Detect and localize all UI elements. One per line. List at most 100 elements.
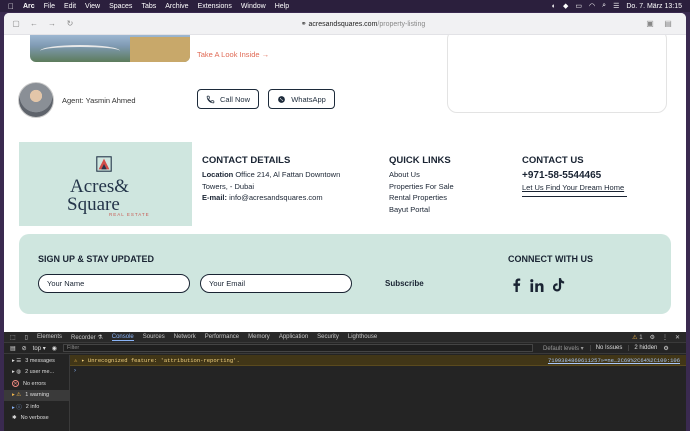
sidebar-item-info[interactable]: ▸ ⓘ 2 info xyxy=(4,401,69,413)
tab-sources[interactable]: Sources xyxy=(143,334,165,340)
call-now-label: Call Now xyxy=(219,94,250,104)
menu-item-file[interactable]: File xyxy=(44,3,55,10)
warning-icon: ⚠ xyxy=(74,356,78,364)
tab-performance[interactable]: Performance xyxy=(205,334,239,340)
location-label: Location xyxy=(202,170,234,179)
settings-icon[interactable]: ⚙ xyxy=(650,334,655,341)
email-input[interactable] xyxy=(200,274,352,293)
context-select[interactable]: top ▾ xyxy=(33,345,46,352)
contact-us-heading: CONTACT US xyxy=(522,155,584,166)
web-page: Take A Look Inside → Agent: Yasmin Ahmed… xyxy=(4,35,686,332)
back-icon[interactable]: ← xyxy=(28,18,40,30)
menu-item-tabs[interactable]: Tabs xyxy=(141,3,156,10)
menu-item-window[interactable]: Window xyxy=(241,3,266,10)
name-input[interactable] xyxy=(38,274,190,293)
sidebar-toggle-icon[interactable]: ▤ xyxy=(10,345,16,352)
menu-item-app[interactable]: Arc xyxy=(23,3,35,10)
tab-security[interactable]: Security xyxy=(317,334,339,340)
arrow-right-icon: → xyxy=(261,50,270,59)
console-prompt[interactable]: › xyxy=(70,366,686,376)
console-settings-icon[interactable]: ⚙ xyxy=(663,345,668,352)
bridge-shape xyxy=(40,45,120,57)
tab-elements[interactable]: Elements xyxy=(37,334,62,340)
tab-application[interactable]: Application xyxy=(279,334,308,340)
battery-icon[interactable]: ▭ xyxy=(575,2,582,10)
menu-item-spaces[interactable]: Spaces xyxy=(109,3,132,10)
issues-button[interactable]: No Issues xyxy=(589,345,622,351)
sidebar-item-messages[interactable]: ▸ ☰ 3 messages xyxy=(4,355,69,367)
phone-number[interactable]: +971-58-5544465 xyxy=(522,169,662,182)
sidebar-item-user-messages[interactable]: ▸ ◍ 2 user me... xyxy=(4,367,69,379)
logo-house-icon xyxy=(96,156,112,172)
menu-item-edit[interactable]: Edit xyxy=(64,3,76,10)
forward-icon[interactable]: → xyxy=(46,18,58,30)
menu-item-extensions[interactable]: Extensions xyxy=(198,3,232,10)
linkedin-icon[interactable] xyxy=(530,278,544,292)
phone-icon xyxy=(206,95,215,103)
tiktok-icon[interactable] xyxy=(553,278,565,292)
link-about-us[interactable]: About Us xyxy=(389,169,489,181)
list-icon: ▸ ☰ xyxy=(12,357,22,364)
tab-recorder[interactable]: Recorder ⚗ xyxy=(71,334,103,341)
boost-icon[interactable]: ▤ xyxy=(662,18,674,30)
tagline-underline xyxy=(522,195,627,197)
sidebar-item-label: No errors xyxy=(23,380,46,387)
tab-memory[interactable]: Memory xyxy=(248,334,270,340)
close-icon[interactable]: ✕ xyxy=(675,334,680,341)
console-filter-input[interactable]: Filter xyxy=(62,344,533,352)
warning-badge-count: 1 xyxy=(639,334,643,341)
subscribe-button[interactable]: Subscribe xyxy=(385,279,424,288)
link-rental-properties[interactable]: Rental Properties xyxy=(389,192,489,204)
more-icon[interactable]: ⋮ xyxy=(662,334,668,341)
devtools-panel: ⬚ ▯ Elements Recorder ⚗ Console Sources … xyxy=(4,332,686,431)
apple-icon[interactable]:  xyxy=(8,2,14,11)
contact-email: E-mail: info@acresandsquares.com xyxy=(202,192,362,204)
eye-icon[interactable]: ◉ xyxy=(52,345,57,352)
wifi-icon[interactable]: ◠ xyxy=(589,2,595,10)
signup-panel: SIGN UP & STAY UPDATED Subscribe CONNECT… xyxy=(19,234,671,314)
control-icon[interactable]: ◐ xyxy=(552,3,556,10)
warning-source-link[interactable]: 7199384869611257»=ne…2C69%2C64%2C100:106 xyxy=(548,357,680,364)
split-view-icon[interactable]: ▣ xyxy=(644,18,656,30)
sidebar-item-verbose[interactable]: ✱ No verbose xyxy=(4,413,69,425)
reload-icon[interactable]: ↻ xyxy=(64,18,76,30)
search-icon[interactable]: ⌕ xyxy=(602,2,606,10)
sidebar-item-errors[interactable]: ✕ No errors xyxy=(4,378,69,390)
sidebar-toggle-icon[interactable]: ▢ xyxy=(10,18,22,30)
menu-item-help[interactable]: Help xyxy=(275,3,289,10)
sidebar-item-label: 1 warning xyxy=(25,392,50,399)
console-warning-row[interactable]: ⚠ ▸ Unrecognized feature: 'attribution-r… xyxy=(70,355,686,366)
devtools-inspect-icon[interactable]: ⬚ xyxy=(10,334,16,341)
email-label: E-mail: xyxy=(202,193,228,202)
contact-details-heading: CONTACT DETAILS xyxy=(202,155,291,166)
console-output: ⚠ ▸ Unrecognized feature: 'attribution-r… xyxy=(70,355,686,431)
dropbox-icon[interactable]: ◆ xyxy=(563,2,568,10)
tab-console[interactable]: Console xyxy=(111,334,134,341)
menu-item-view[interactable]: View xyxy=(85,3,100,10)
whatsapp-button[interactable]: WhatsApp xyxy=(268,89,335,109)
control-center-icon[interactable]: ☰ xyxy=(613,2,619,10)
quick-links: QUICK LINKS About Us Properties For Sale… xyxy=(389,155,489,215)
dream-home-link[interactable]: Let Us Find Your Dream Home xyxy=(522,182,662,194)
devtools-tabs: ⬚ ▯ Elements Recorder ⚗ Console Sources … xyxy=(4,332,686,343)
sidebar-item-warnings[interactable]: ▸ ⚠ 1 warning xyxy=(4,389,69,401)
tab-network[interactable]: Network xyxy=(174,334,196,340)
take-look-link[interactable]: Take A Look Inside → xyxy=(197,50,269,59)
devtools-actions: ⚠ 1 ⚙ ⋮ ✕ xyxy=(632,334,680,341)
levels-dropdown[interactable]: Default levels ▾ xyxy=(543,345,584,352)
menu-item-archive[interactable]: Archive xyxy=(165,3,188,10)
facebook-icon[interactable] xyxy=(512,278,521,292)
warning-badge[interactable]: ⚠ 1 xyxy=(632,334,642,341)
agent-avatar xyxy=(18,82,54,118)
tab-lighthouse[interactable]: Lighthouse xyxy=(348,334,377,340)
link-bayut-portal[interactable]: Bayut Portal xyxy=(389,204,489,216)
clear-console-icon[interactable]: ⊘ xyxy=(22,345,27,352)
devtools-device-icon[interactable]: ▯ xyxy=(25,334,28,341)
property-image[interactable] xyxy=(30,35,190,62)
whatsapp-label: WhatsApp xyxy=(291,94,326,104)
url-bar[interactable]: ⚭ acresandsquares.com/property-listing xyxy=(82,20,644,28)
link-properties-for-sale[interactable]: Properties For Sale xyxy=(389,181,489,193)
call-now-button[interactable]: Call Now xyxy=(197,89,259,109)
menu-bar-status: ◐ ◆ ▭ ◠ ⌕ ☰ Do. 7. März 13:15 xyxy=(552,2,682,10)
email-value[interactable]: info@acresandsquares.com xyxy=(229,193,323,202)
